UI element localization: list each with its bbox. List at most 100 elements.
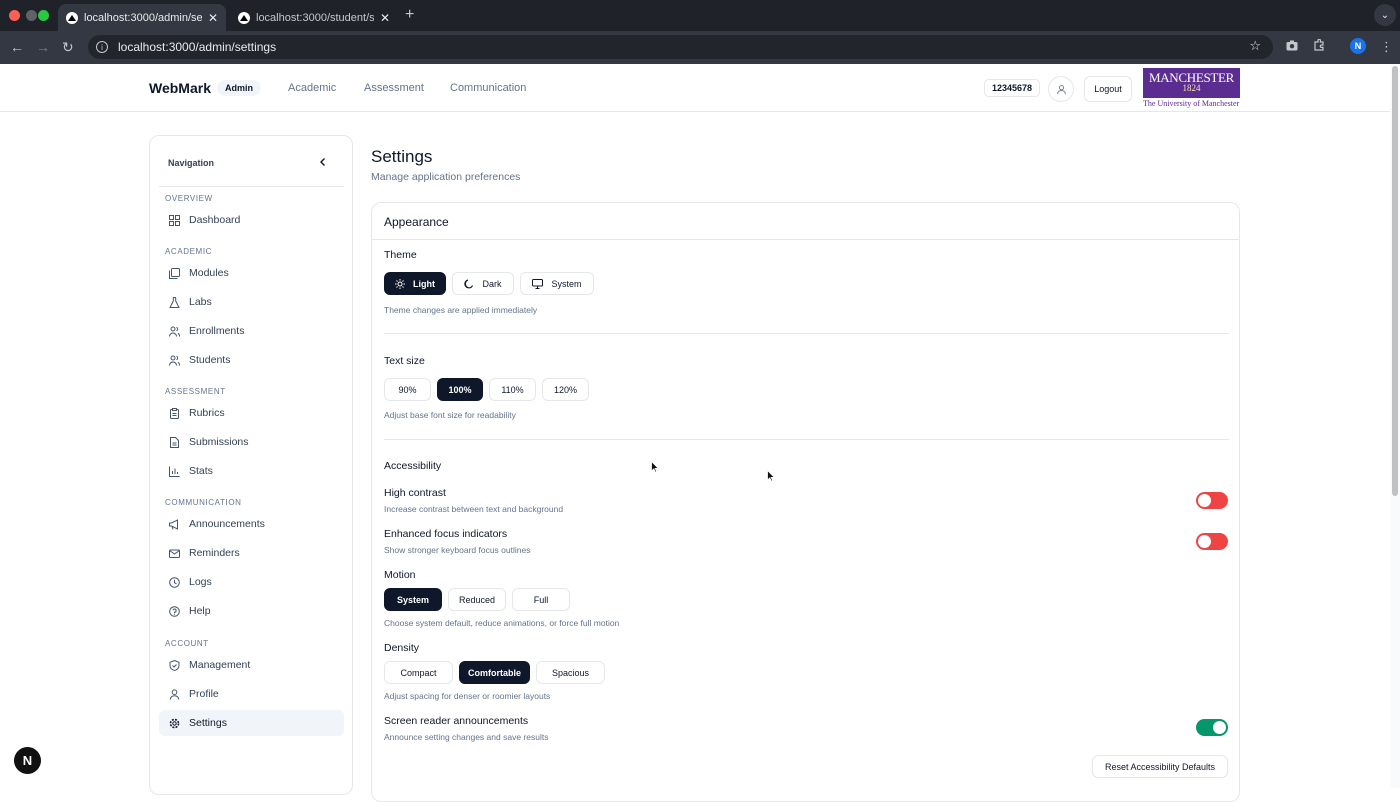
nextjs-devtools-button[interactable]: N <box>14 747 41 774</box>
theme-light-button[interactable]: Light <box>384 272 446 295</box>
text-size-90-button[interactable]: 90% <box>384 378 431 401</box>
text-size-120-button[interactable]: 120% <box>542 378 589 401</box>
extensions-puzzle-icon[interactable] <box>1313 38 1325 54</box>
browser-menu-icon[interactable]: ⋮ <box>1380 39 1393 55</box>
page-title: Settings <box>371 147 433 166</box>
text-size-100-button[interactable]: 100% <box>437 378 483 401</box>
high-contrast-toggle[interactable] <box>1196 492 1228 509</box>
modules-icon <box>169 267 180 279</box>
back-arrow-icon[interactable]: ← <box>10 39 24 55</box>
density-spacious-button[interactable]: Spacious <box>536 661 605 684</box>
density-label: Density <box>384 642 420 654</box>
sidebar-item-logs[interactable]: Logs <box>159 569 344 595</box>
sidebar-item-management[interactable]: Management <box>159 652 344 678</box>
close-tab-icon[interactable]: ✕ <box>208 11 218 25</box>
top-nav-assessment[interactable]: Assessment <box>364 82 424 94</box>
app-header: WebMark Admin Academic Assessment Commun… <box>0 64 1390 112</box>
address-bar[interactable]: i localhost:3000/admin/settings ☆ <box>88 35 1273 59</box>
density-compact-button[interactable]: Compact <box>384 661 453 684</box>
sidebar-item-label: Help <box>189 605 211 617</box>
sun-icon <box>395 278 405 289</box>
screen-reader-label: Screen reader announcements <box>384 715 529 727</box>
sidebar-item-dashboard[interactable]: Dashboard <box>159 207 344 233</box>
appearance-card: Appearance Theme Light Dark System Theme… <box>371 202 1240 802</box>
sidebar-item-label: Settings <box>189 717 227 729</box>
divider <box>384 333 1229 334</box>
reload-icon[interactable]: ↻ <box>62 39 74 56</box>
sidebar-item-settings[interactable]: Settings <box>159 710 344 736</box>
user-profile-button[interactable] <box>1048 76 1074 102</box>
theme-option-label: System <box>551 278 582 289</box>
density-comfortable-button[interactable]: Comfortable <box>459 661 530 684</box>
motion-system-button[interactable]: System <box>384 588 442 611</box>
browser-profile-avatar[interactable]: N <box>1350 38 1366 54</box>
sidebar-item-announcements[interactable]: Announcements <box>159 511 344 537</box>
shield-icon <box>169 659 180 671</box>
top-nav-communication[interactable]: Communication <box>450 82 526 94</box>
theme-system-button[interactable]: System <box>520 272 594 295</box>
site-info-icon[interactable]: i <box>96 41 108 53</box>
logo-year: 1824 <box>1182 83 1201 93</box>
motion-reduced-button[interactable]: Reduced <box>448 588 506 611</box>
vercel-favicon-icon <box>238 11 250 24</box>
sidebar-item-students[interactable]: Students <box>159 347 344 373</box>
users-icon <box>169 355 180 366</box>
browser-tab-student-settings[interactable]: localhost:3000/student/settin ✕ <box>230 4 398 31</box>
sidebar-item-reminders[interactable]: Reminders <box>159 540 344 566</box>
sidebar-item-label: Dashboard <box>189 214 241 226</box>
sidebar-item-label: Students <box>189 354 231 366</box>
scrollbar-thumb[interactable] <box>1392 66 1398 496</box>
section-label-academic: ACADEMIC <box>165 247 213 256</box>
camera-extension-icon[interactable] <box>1286 39 1298 54</box>
maximize-window-button[interactable] <box>38 10 49 21</box>
minimize-window-button[interactable] <box>26 10 37 21</box>
sidebar-item-labs[interactable]: Labs <box>159 289 344 315</box>
close-tab-icon[interactable]: ✕ <box>380 11 390 25</box>
mouse-cursor-icon <box>767 470 775 482</box>
toggle-knob <box>1213 721 1226 734</box>
mouse-cursor-icon <box>651 461 659 473</box>
sidebar-item-help[interactable]: Help <box>159 598 344 624</box>
tab-title: localhost:3000/admin/setting <box>84 11 202 24</box>
sidebar-item-submissions[interactable]: Submissions <box>159 429 344 455</box>
theme-dark-button[interactable]: Dark <box>452 272 514 295</box>
megaphone-icon <box>169 518 180 530</box>
clock-icon <box>169 576 180 588</box>
text-size-110-button[interactable]: 110% <box>489 378 536 401</box>
collapse-sidebar-button[interactable] <box>319 156 327 170</box>
sidebar-item-modules[interactable]: Modules <box>159 260 344 286</box>
sidebar-item-enrollments[interactable]: Enrollments <box>159 318 344 344</box>
role-badge: Admin <box>217 80 261 96</box>
close-window-button[interactable] <box>9 10 20 21</box>
bookmark-star-icon[interactable]: ☆ <box>1249 38 1261 54</box>
motion-full-button[interactable]: Full <box>512 588 570 611</box>
accessibility-label: Accessibility <box>384 460 442 472</box>
browser-tab-admin-settings[interactable]: localhost:3000/admin/setting ✕ <box>58 4 226 31</box>
sidebar-item-label: Profile <box>189 688 219 700</box>
tab-title: localhost:3000/student/settin <box>256 11 374 24</box>
url-text: localhost:3000/admin/settings <box>118 40 277 54</box>
browser-titlebar: localhost:3000/admin/setting ✕ localhost… <box>0 0 1400 31</box>
high-contrast-label: High contrast <box>384 487 446 499</box>
forward-arrow-icon[interactable]: → <box>36 39 50 55</box>
top-nav-academic[interactable]: Academic <box>288 82 336 94</box>
sidebar-item-profile[interactable]: Profile <box>159 681 344 707</box>
card-header: Appearance <box>372 203 1239 240</box>
focus-indicators-hint: Show stronger keyboard focus outlines <box>384 545 531 555</box>
screen-reader-toggle[interactable] <box>1196 719 1228 736</box>
dashboard-icon <box>169 214 180 226</box>
users-icon <box>169 326 180 337</box>
new-tab-button[interactable]: + <box>405 6 414 24</box>
sidebar-item-label: Rubrics <box>189 407 225 419</box>
sidebar-item-label: Management <box>189 659 251 671</box>
logout-button[interactable]: Logout <box>1084 76 1132 102</box>
tab-search-button[interactable]: ⌄ <box>1374 4 1396 26</box>
sidebar-item-label: Enrollments <box>189 325 245 337</box>
brand-name[interactable]: WebMark <box>149 80 211 96</box>
sidebar-item-stats[interactable]: Stats <box>159 458 344 484</box>
toggle-knob <box>1198 494 1211 507</box>
section-label-overview: OVERVIEW <box>165 194 213 203</box>
focus-indicators-toggle[interactable] <box>1196 533 1228 550</box>
reset-accessibility-defaults-button[interactable]: Reset Accessibility Defaults <box>1092 755 1228 778</box>
sidebar-item-rubrics[interactable]: Rubrics <box>159 400 344 426</box>
